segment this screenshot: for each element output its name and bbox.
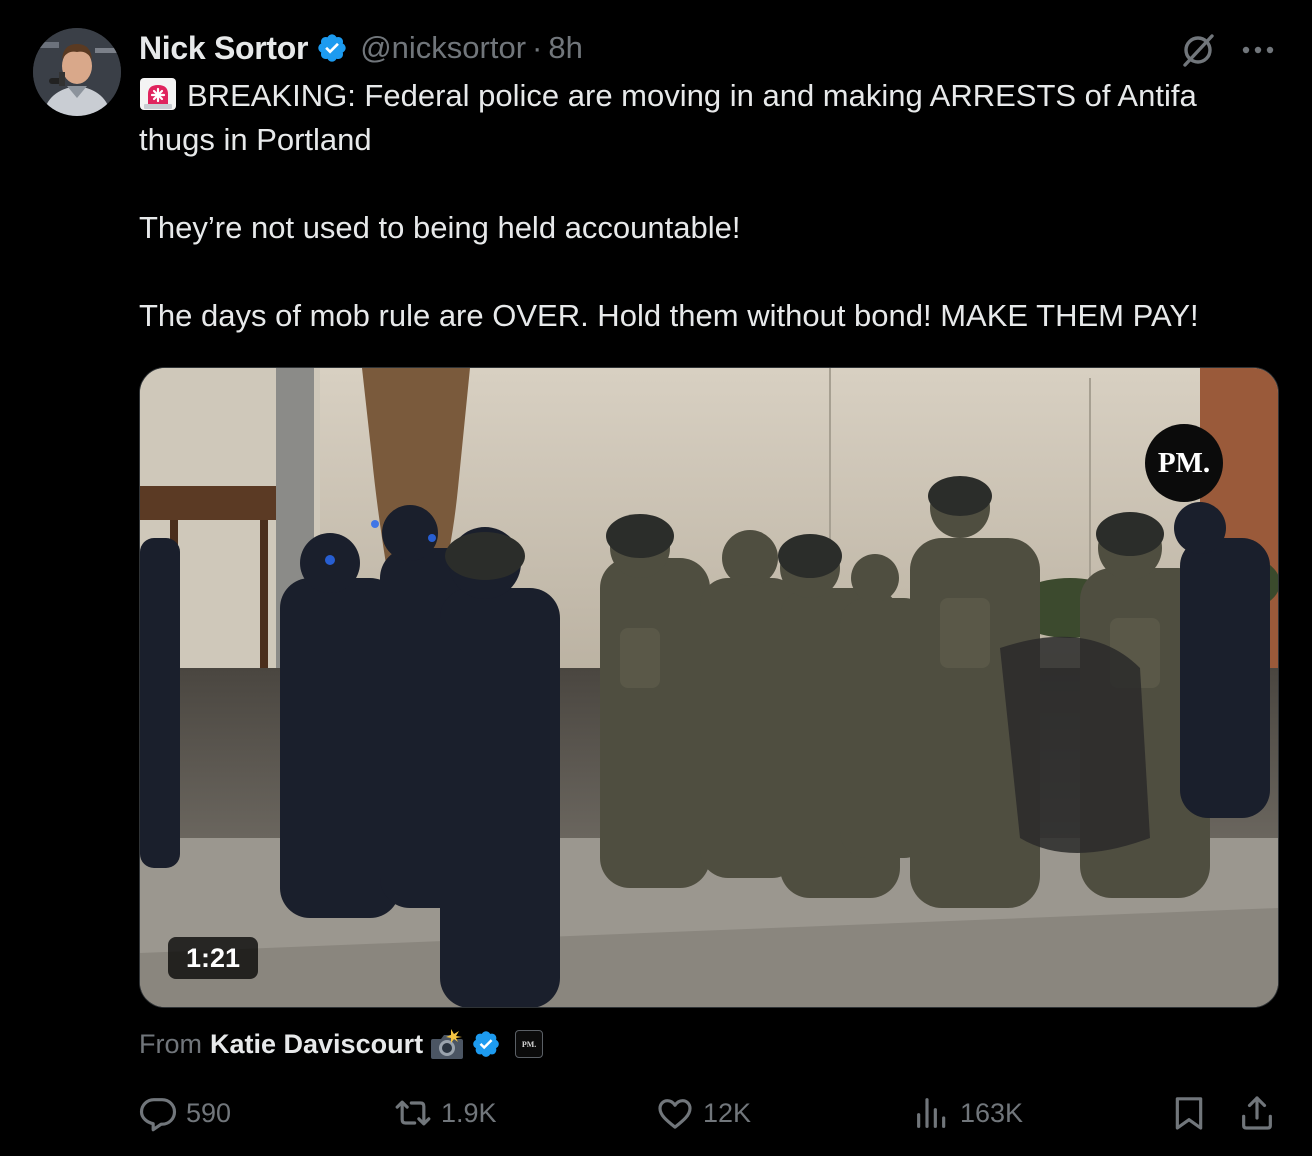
tweet-paragraph-1: BREAKING: Federal police are moving in a… xyxy=(139,74,1279,162)
siren-emoji-icon xyxy=(140,78,176,110)
attribution-name[interactable]: Katie Daviscourt xyxy=(210,1029,423,1060)
camera-flash-emoji-icon xyxy=(431,1029,464,1059)
tweet-text: BREAKING: Federal police are moving in a… xyxy=(139,74,1279,338)
avatar-image xyxy=(33,28,121,116)
attribution-verified-icon[interactable] xyxy=(471,1029,501,1059)
video-player[interactable]: PM. 1:21 xyxy=(139,367,1279,1008)
tweet-header: Nick Sortor @nicksortor · 8h xyxy=(139,26,583,70)
tweet-line-1: BREAKING: Federal police are moving in a… xyxy=(139,78,1197,157)
heart-icon xyxy=(658,1099,692,1129)
like-count: 12K xyxy=(703,1097,752,1128)
reply-icon xyxy=(139,1098,177,1132)
reply-button[interactable]: 590 xyxy=(138,1090,231,1136)
header-separator: · xyxy=(532,30,543,65)
video-frame xyxy=(140,368,1278,1007)
views-button[interactable]: 163K xyxy=(912,1090,1023,1136)
author-avatar[interactable] xyxy=(33,28,121,116)
view-count: 163K xyxy=(960,1097,1024,1128)
video-duration: 1:21 xyxy=(168,937,259,979)
repost-icon xyxy=(395,1100,431,1126)
action-bar: 590 1.9K 12K 163K xyxy=(0,1090,1312,1136)
tweet: Nick Sortor @nicksortor · 8h BREAKING: F… xyxy=(0,0,1312,1156)
affiliate-badge[interactable]: PM. xyxy=(515,1030,544,1058)
views-chart-icon xyxy=(917,1098,946,1128)
tweet-line-2: They’re not used to being held accountab… xyxy=(139,210,741,245)
more-options-icon[interactable] xyxy=(1238,34,1278,64)
bookmark-button[interactable] xyxy=(1169,1090,1209,1136)
tweet-line-3: The days of mob rule are OVER. Hold them… xyxy=(139,298,1199,333)
repost-button[interactable]: 1.9K xyxy=(393,1090,497,1136)
verified-badge-icon[interactable] xyxy=(316,32,348,64)
video-watermark: PM. xyxy=(1145,424,1223,502)
author-handle[interactable]: @nicksortor xyxy=(360,30,526,66)
like-button[interactable]: 12K xyxy=(655,1090,751,1136)
share-icon xyxy=(1242,1096,1272,1130)
grok-icon[interactable] xyxy=(1178,30,1218,70)
repost-count: 1.9K xyxy=(441,1097,497,1128)
share-button[interactable] xyxy=(1237,1090,1277,1136)
media-attribution: From Katie Daviscourt PM. xyxy=(139,1022,544,1066)
bookmark-icon xyxy=(1175,1097,1203,1130)
author-display-name[interactable]: Nick Sortor xyxy=(139,30,308,67)
tweet-timestamp[interactable]: 8h xyxy=(548,30,582,66)
attribution-label: From xyxy=(139,1028,202,1059)
reply-count: 590 xyxy=(186,1097,232,1128)
